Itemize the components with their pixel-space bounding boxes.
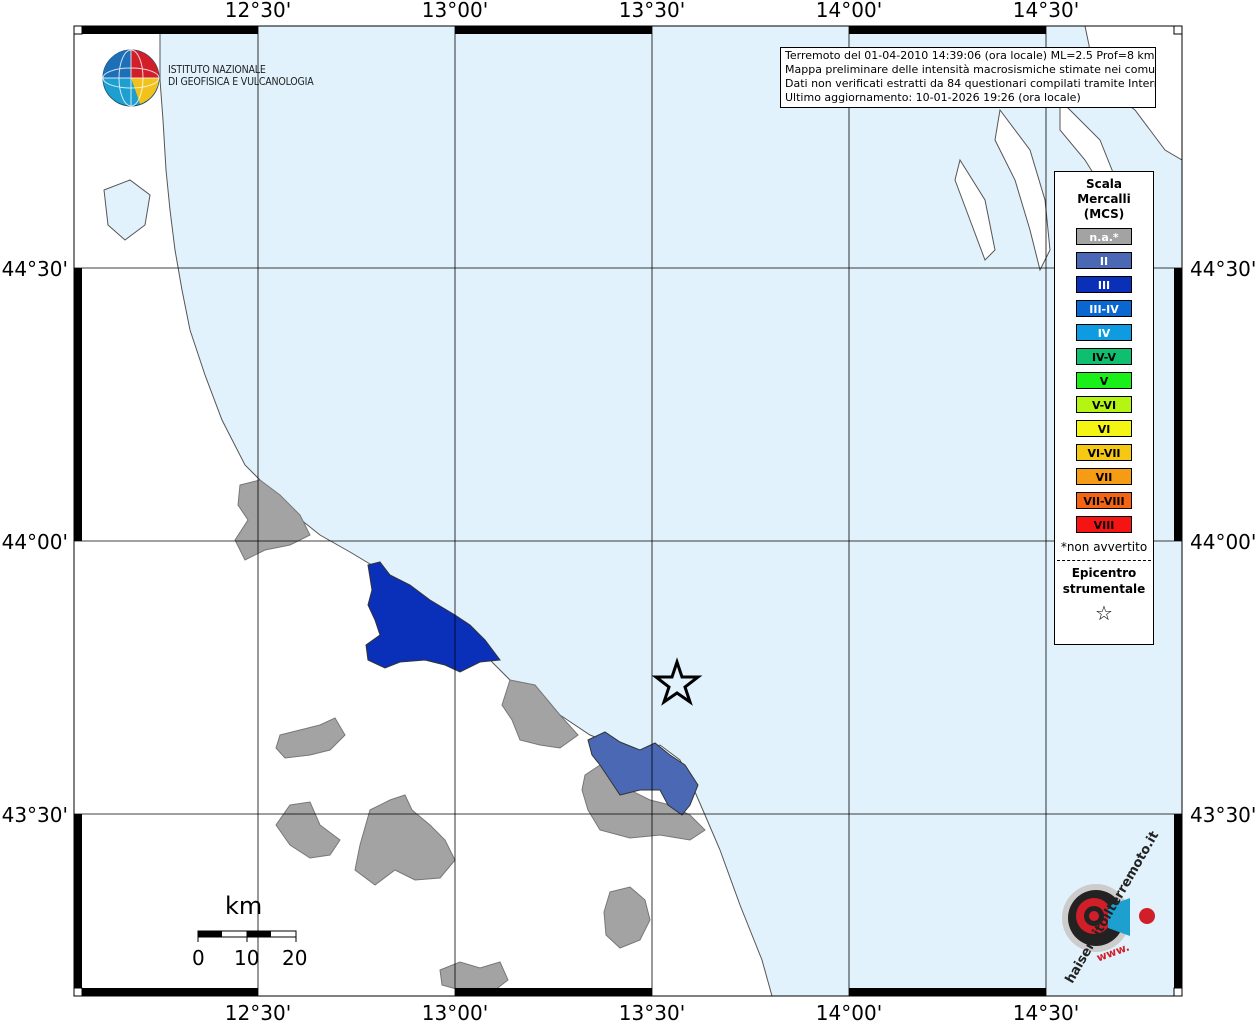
- legend-items: n.a.* II III III-IV IV IV-V V V-VI VI VI-VII VII VI…: [1055, 228, 1153, 533]
- legend-epicenter-line1: Epicentro: [1071, 566, 1137, 580]
- lon-label-top-3: 13°30': [619, 0, 685, 22]
- scale-unit-label: km: [225, 892, 263, 920]
- legend-swatch-vii: VII: [1076, 468, 1132, 485]
- legend-title: Scala Mercalli (MCS): [1055, 177, 1153, 222]
- legend-swatch-vii-viii: VII-VIII: [1076, 492, 1132, 509]
- lon-label-bottom-2: 13°00': [422, 1001, 488, 1024]
- legend-title-line3: (MCS): [1083, 207, 1125, 221]
- lon-label-top-4: 14°00': [816, 0, 882, 22]
- legend-swatch-vi: VI: [1076, 420, 1132, 437]
- lon-label-bottom-3: 13°30': [619, 1001, 685, 1024]
- lon-label-top-1: 12°30': [225, 0, 291, 22]
- mcs-legend: Scala Mercalli (MCS) n.a.* II III III-IV IV I…: [1054, 171, 1154, 645]
- legend-epicenter-line2: strumentale: [1062, 582, 1146, 596]
- legend-title-line2: Mercalli: [1077, 192, 1131, 206]
- legend-swatch-ii: II: [1076, 252, 1132, 269]
- legend-swatch-n-a: n.a.*: [1076, 228, 1132, 245]
- hst-logo-text: haisentitoilterremoto.it www.: [1036, 829, 1162, 986]
- legend-star-icon: ☆: [1095, 601, 1113, 625]
- event-info-line3: Dati non verificati estratti da 84 quest…: [785, 77, 1156, 90]
- lat-label-right-2: 44°00': [1190, 530, 1256, 554]
- event-info-line4: Ultimo aggiornamento: 10-01-2026 19:26 (…: [785, 91, 1081, 104]
- ingv-logo: ISTITUTO NAZIONALE DI GEOFISICA E VULCAN…: [100, 48, 320, 112]
- event-info-box: Terremoto del 01-04-2010 14:39:06 (ora l…: [780, 47, 1156, 108]
- hst-www: www.: [1094, 940, 1132, 965]
- legend-swatch-iv: IV: [1076, 324, 1132, 341]
- scale-label-0: 0: [192, 946, 205, 970]
- lon-label-top-5: 14°30': [1013, 0, 1079, 22]
- lon-label-bottom-4: 14°00': [816, 1001, 882, 1024]
- ingv-org-line2: DI GEOFISICA E VULCANOLOGIA: [168, 76, 314, 88]
- legend-swatch-iii: III: [1076, 276, 1132, 293]
- ingv-org-line1: ISTITUTO NAZIONALE: [168, 64, 266, 76]
- event-info-line2: Mappa preliminare delle intensità macros…: [785, 63, 1156, 76]
- lon-label-top-2: 13°00': [422, 0, 488, 22]
- legend-swatch-v: V: [1076, 372, 1132, 389]
- lat-label-right-1: 44°30': [1190, 257, 1256, 281]
- scale-label-20: 20: [282, 946, 308, 970]
- legend-swatch-viii: VIII: [1076, 516, 1132, 533]
- legend-epicenter-label: Epicentro strumentale: [1055, 565, 1153, 597]
- event-info-line1: Terremoto del 01-04-2010 14:39:06 (ora l…: [785, 49, 1155, 62]
- legend-swatch-v-vi: V-VI: [1076, 396, 1132, 413]
- scale-label-10: 10: [234, 946, 260, 970]
- lon-label-bottom-5: 14°30': [1013, 1001, 1079, 1024]
- lat-label-right-3: 43°30': [1190, 803, 1256, 827]
- ingv-org-name: ISTITUTO NAZIONALE DI GEOFISICA E VULCAN…: [168, 64, 314, 88]
- lat-label-left-1: 44°30': [2, 257, 68, 281]
- lat-label-left-3: 43°30': [2, 803, 68, 827]
- legend-swatch-iv-v: IV-V: [1076, 348, 1132, 365]
- legend-swatch-iii-iv: III-IV: [1076, 300, 1132, 317]
- lon-label-bottom-1: 12°30': [225, 1001, 291, 1024]
- legend-swatch-vi-vii: VI-VII: [1076, 444, 1132, 461]
- lat-label-left-2: 44°00': [2, 530, 68, 554]
- legend-separator: [1057, 560, 1151, 561]
- scale-bar: km 0 10 20: [190, 892, 310, 972]
- legend-title-line1: Scala: [1085, 177, 1123, 191]
- legend-note: *non avvertito: [1060, 540, 1148, 554]
